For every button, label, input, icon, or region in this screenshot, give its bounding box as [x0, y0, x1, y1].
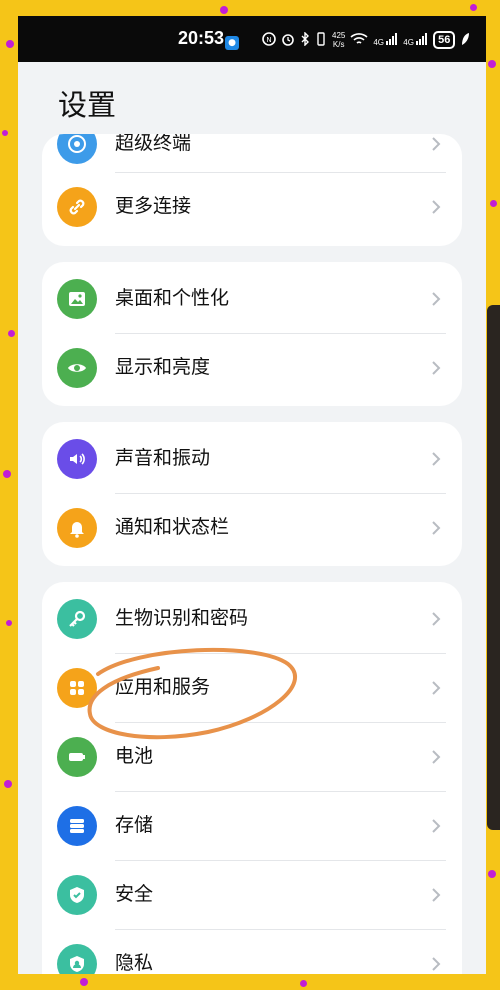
decor-dot — [2, 130, 8, 136]
decor-dot — [6, 620, 12, 626]
status-icons: N 425 K/s 4G 4G 56 — [262, 30, 470, 50]
eye-icon — [57, 348, 97, 388]
settings-group-display: 桌面和个性化 显示和亮度 — [42, 262, 462, 406]
settings-group-connectivity: 超级终端 更多连接 — [42, 134, 462, 246]
link-icon — [57, 187, 97, 227]
settings-item-label: 显示和亮度 — [115, 356, 211, 378]
chevron-right-icon — [432, 292, 441, 306]
settings-item-home-screen-wallpaper[interactable]: 桌面和个性化 — [42, 265, 462, 333]
settings-item-biometrics-password[interactable]: 生物识别和密码 — [42, 585, 462, 653]
status-time: 20:53 — [178, 28, 225, 48]
network-speed: 425 K/s — [332, 31, 346, 49]
battery-indicator: 56 — [433, 31, 456, 49]
settings-item-label: 声音和振动 — [115, 447, 211, 469]
settings-item-label: 存储 — [115, 814, 154, 836]
page-title: 设置 — [58, 88, 117, 122]
background-photo-edge — [487, 305, 500, 830]
decor-dot — [470, 4, 477, 11]
decor-dot — [8, 330, 15, 337]
settings-item-battery[interactable]: 电池 — [42, 723, 462, 791]
settings-item-privacy[interactable]: 隐私 — [42, 930, 462, 974]
settings-item-label: 安全 — [115, 883, 154, 905]
settings-group-sound: 声音和振动 通知和状态栏 — [42, 422, 462, 566]
decor-dot — [80, 978, 88, 986]
decor-dot — [220, 6, 228, 14]
vibrate-icon — [315, 31, 327, 49]
phone-screen: 20:53 ● N 425 K/s 4G 4G 56 设置 超级终端 更多连接 … — [18, 16, 486, 974]
nfc-icon: N — [262, 31, 276, 49]
decor-dot — [488, 870, 496, 878]
chevron-right-icon — [432, 888, 441, 902]
settings-item-label: 桌面和个性化 — [115, 287, 230, 309]
shield-icon — [57, 875, 97, 915]
key-icon — [57, 599, 97, 639]
decor-dot — [4, 780, 12, 788]
battery-icon — [57, 737, 97, 777]
chevron-right-icon — [432, 137, 441, 151]
decor-dot — [6, 40, 14, 48]
privacy-icon — [57, 944, 97, 974]
svg-text:N: N — [266, 36, 271, 44]
wifi-icon — [350, 32, 368, 49]
chevron-right-icon — [432, 819, 441, 833]
storage-icon — [57, 806, 97, 846]
signal-1: 4G — [373, 33, 398, 47]
settings-item-label: 生物识别和密码 — [115, 607, 249, 629]
bluetooth-icon — [300, 30, 310, 49]
app-notification-icon: ● — [225, 36, 239, 50]
settings-item-label: 电池 — [115, 745, 154, 767]
settings-item-label: 通知和状态栏 — [115, 516, 230, 538]
chevron-right-icon — [432, 452, 441, 466]
settings-item-storage[interactable]: 存储 — [42, 792, 462, 860]
settings-item-display-brightness[interactable]: 显示和亮度 — [42, 334, 462, 402]
settings-item-label: 超级终端 — [115, 134, 192, 154]
decor-dot — [488, 60, 496, 68]
decor-dot — [490, 200, 497, 207]
decor-dot — [300, 980, 307, 987]
leaf-icon — [460, 32, 470, 49]
settings-item-label: 更多连接 — [115, 195, 192, 217]
bell-icon — [57, 508, 97, 548]
speaker-icon — [57, 439, 97, 479]
chevron-right-icon — [432, 521, 441, 535]
apps-icon — [57, 668, 97, 708]
settings-item-sound-vibration[interactable]: 声音和振动 — [42, 425, 462, 493]
chevron-right-icon — [432, 361, 441, 375]
settings-item-label: 隐私 — [115, 952, 154, 974]
chevron-right-icon — [432, 681, 441, 695]
chevron-right-icon — [432, 612, 441, 626]
settings-item-security[interactable]: 安全 — [42, 861, 462, 929]
settings-item-notifications[interactable]: 通知和状态栏 — [42, 494, 462, 562]
chevron-right-icon — [432, 957, 441, 971]
chevron-right-icon — [432, 200, 441, 214]
alarm-icon — [281, 32, 295, 49]
decor-dot — [3, 470, 11, 478]
settings-item-apps-services[interactable]: 应用和服务 — [42, 654, 462, 722]
radar-icon — [57, 134, 97, 164]
signal-2: 4G — [403, 33, 428, 47]
settings-group-system: 生物识别和密码 应用和服务 电池 存储 安全 隐私 — [42, 582, 462, 974]
wallpaper-icon — [57, 279, 97, 319]
status-bar: 20:53 ● N 425 K/s 4G 4G 56 — [18, 16, 486, 62]
settings-item-label: 应用和服务 — [115, 676, 211, 698]
settings-item-more-connections[interactable]: 更多连接 — [42, 173, 462, 241]
chevron-right-icon — [432, 750, 441, 764]
